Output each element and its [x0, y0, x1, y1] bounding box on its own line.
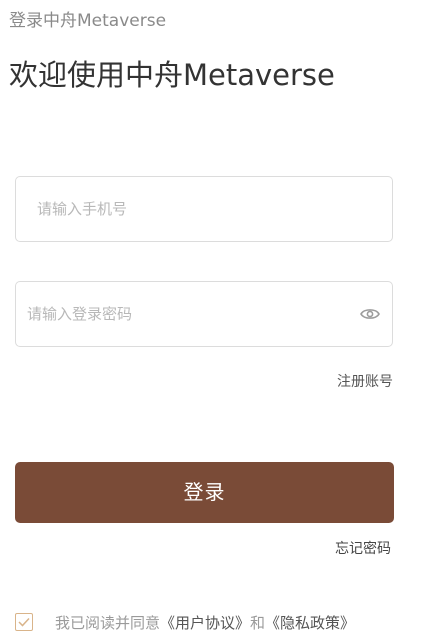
privacy-policy-link[interactable]: 《隐私政策》 — [265, 612, 355, 633]
phone-field[interactable] — [15, 176, 393, 242]
check-icon — [18, 617, 30, 627]
agreement-checkbox[interactable] — [15, 613, 33, 631]
agreement-conjunction: 和 — [250, 613, 266, 632]
user-agreement-link[interactable]: 《用户协议》 — [160, 612, 250, 633]
phone-input[interactable] — [16, 177, 392, 241]
login-button[interactable]: 登录 — [15, 462, 394, 523]
password-input[interactable] — [16, 282, 392, 346]
forgot-password-link[interactable]: 忘记密码 — [335, 539, 391, 559]
page-title: 欢迎使用中舟Metaverse — [9, 58, 335, 92]
eye-icon[interactable] — [360, 306, 380, 322]
password-field[interactable] — [15, 281, 393, 347]
agreement-prefix: 我已阅读并同意 — [55, 613, 161, 632]
register-link[interactable]: 注册账号 — [337, 372, 393, 392]
window-title: 登录中舟Metaverse — [9, 11, 167, 31]
agreement-row: 我已阅读并同意 《用户协议》 和 《隐私政策》 — [15, 610, 355, 634]
eye-icon-graphic — [360, 309, 380, 319]
